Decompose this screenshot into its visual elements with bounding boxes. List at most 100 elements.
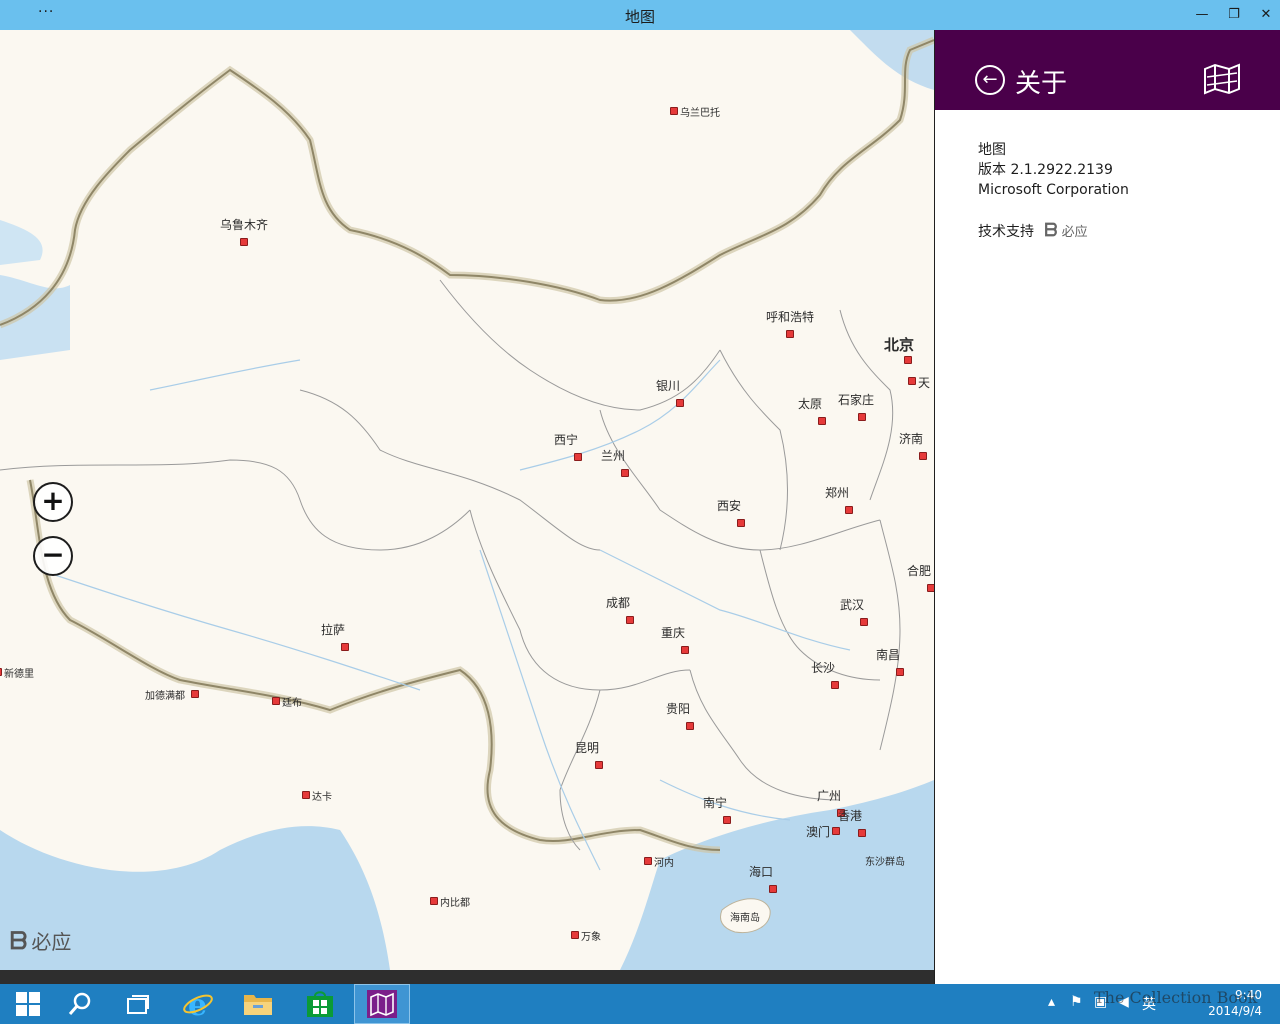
zoom-in-button[interactable]: +	[33, 482, 73, 522]
city-label[interactable]: 万象	[581, 928, 601, 943]
city-marker-icon[interactable]	[832, 827, 840, 835]
city-label[interactable]: 乌兰巴托	[680, 104, 720, 119]
city-marker-icon[interactable]	[595, 761, 603, 769]
store-icon	[307, 991, 333, 1017]
city-label[interactable]: 合肥	[907, 562, 931, 579]
city-label[interactable]: 呼和浩特	[766, 308, 814, 325]
watermark-text: The Collection Book	[1094, 988, 1258, 1007]
city-marker-icon[interactable]	[240, 238, 248, 246]
city-label[interactable]: 西安	[717, 497, 741, 514]
city-label[interactable]: 南宁	[703, 794, 727, 811]
back-arrow-icon[interactable]: ←	[975, 65, 1005, 95]
city-label[interactable]: 达卡	[312, 788, 332, 803]
city-marker-icon[interactable]	[191, 690, 199, 698]
city-label[interactable]: 广州	[817, 787, 841, 804]
city-label[interactable]: 太原	[798, 395, 822, 412]
city-marker-icon[interactable]	[737, 519, 745, 527]
support-line[interactable]: 技术支持 ᗷ 必应	[978, 220, 1088, 241]
city-marker-icon[interactable]	[818, 417, 826, 425]
close-button[interactable]: ✕	[1254, 4, 1278, 26]
search-button[interactable]	[52, 984, 108, 1024]
city-marker-icon[interactable]	[845, 506, 853, 514]
file-explorer-icon	[244, 995, 272, 1015]
city-marker-icon[interactable]	[670, 107, 678, 115]
city-marker-icon[interactable]	[786, 330, 794, 338]
city-label[interactable]: 昆明	[575, 739, 599, 756]
city-marker-icon[interactable]	[723, 816, 731, 824]
city-label[interactable]: 济南	[899, 430, 923, 447]
about-pane-header: ← 关于	[935, 30, 1280, 110]
city-marker-icon[interactable]	[858, 413, 866, 421]
start-icon	[16, 992, 40, 1016]
minimize-button[interactable]: —	[1190, 4, 1214, 26]
support-brand[interactable]: ᗷ 必应	[1044, 220, 1087, 241]
city-label[interactable]: 南昌	[876, 646, 900, 663]
city-label[interactable]: 石家庄	[838, 391, 874, 408]
city-marker-icon[interactable]	[676, 399, 684, 407]
city-label[interactable]: 武汉	[840, 596, 864, 613]
start-button[interactable]	[0, 984, 56, 1024]
city-label[interactable]: 拉萨	[321, 621, 345, 638]
city-marker-icon[interactable]	[644, 857, 652, 865]
store-button[interactable]	[292, 984, 348, 1024]
city-marker-icon[interactable]	[908, 377, 916, 385]
city-marker-icon[interactable]	[574, 453, 582, 461]
action-center-flag-icon[interactable]: ⚑	[1070, 994, 1083, 1010]
south-china-sea-shape	[620, 780, 934, 970]
task-view-button[interactable]	[110, 984, 166, 1024]
city-label[interactable]: 内比都	[440, 894, 470, 909]
city-label[interactable]: 贵阳	[666, 700, 690, 717]
app-bar-edge	[0, 970, 934, 984]
city-marker-icon[interactable]	[272, 697, 280, 705]
city-marker-icon[interactable]	[571, 931, 579, 939]
city-marker-icon[interactable]	[858, 829, 866, 837]
city-marker-icon[interactable]	[341, 643, 349, 651]
file-explorer-button[interactable]	[230, 984, 286, 1024]
city-marker-icon[interactable]	[896, 668, 904, 676]
city-label[interactable]: 廷布	[282, 694, 302, 709]
city-label[interactable]: 河内	[654, 854, 674, 869]
city-label[interactable]: 澳门	[806, 823, 830, 840]
city-marker-icon[interactable]	[430, 897, 438, 905]
city-label[interactable]: 香港	[838, 807, 862, 824]
city-marker-icon[interactable]	[927, 584, 934, 592]
city-label[interactable]: 银川	[656, 377, 680, 394]
zoom-out-button[interactable]: −	[33, 536, 73, 576]
city-marker-icon[interactable]	[860, 618, 868, 626]
city-marker-icon[interactable]	[681, 646, 689, 654]
city-marker-icon[interactable]	[904, 356, 912, 364]
city-marker-icon[interactable]	[769, 885, 777, 893]
city-label[interactable]: 海南岛	[730, 909, 760, 924]
city-label[interactable]: 东沙群岛	[865, 853, 905, 868]
map-canvas[interactable]: 乌兰巴托乌鲁木齐呼和浩特北京天 银川太原 石家庄济南 西宁兰州郑州西安合肥成都 武汉拉萨…	[0, 30, 934, 970]
city-marker-icon[interactable]	[831, 681, 839, 689]
lake-shape	[0, 220, 43, 265]
city-label[interactable]: 海口	[749, 863, 773, 880]
city-label[interactable]: 加德满都	[145, 687, 185, 702]
city-label[interactable]: 西宁	[554, 431, 578, 448]
city-label[interactable]: 成都	[606, 594, 630, 611]
city-label[interactable]: 北京	[884, 334, 914, 355]
restore-button[interactable]: ❐	[1222, 4, 1246, 26]
city-label[interactable]: 兰州	[601, 447, 625, 464]
city-marker-icon[interactable]	[621, 469, 629, 477]
city-label[interactable]: 郑州	[825, 484, 849, 501]
show-hidden-icons-icon[interactable]: ▴	[1048, 994, 1055, 1010]
city-label[interactable]: 天	[918, 374, 930, 391]
city-label[interactable]: 重庆	[661, 624, 685, 641]
maps-app-button[interactable]	[354, 984, 410, 1024]
support-label: 技术支持	[978, 224, 1034, 240]
city-marker-icon[interactable]	[686, 722, 694, 730]
maps-logo-icon	[1204, 63, 1240, 95]
city-marker-icon[interactable]	[302, 791, 310, 799]
internet-explorer-button[interactable]: e	[170, 984, 226, 1024]
city-marker-icon[interactable]	[626, 616, 634, 624]
taskbar: e ▴ ⚑ ▣ ◀ 英 9:40 2014/9/4	[0, 984, 1280, 1024]
city-label[interactable]: 乌鲁木齐	[220, 216, 268, 233]
city-label[interactable]: 长沙	[811, 659, 835, 676]
city-marker-icon[interactable]	[919, 452, 927, 460]
city-label[interactable]: 新德里	[4, 665, 34, 680]
city-marker-icon[interactable]	[0, 668, 2, 676]
app-version: 版本 2.1.2922.2139	[978, 162, 1113, 178]
maps-app-icon	[367, 990, 397, 1018]
